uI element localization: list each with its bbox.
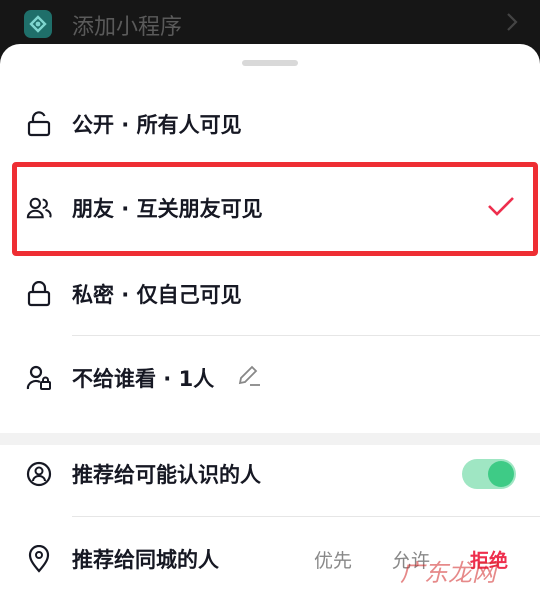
toggle-knob [488,461,514,487]
add-mini-program-label[interactable]: 添加小程序 [72,9,182,41]
location-pin-icon [26,545,52,573]
option-private-label: 私密 · 仅自己可见 [72,283,242,307]
option-public-label: 公开 · 所有人可见 [72,113,242,137]
recommend-known-people: 推荐给可能认识的人 [0,432,540,516]
chevron-right-icon[interactable] [506,12,518,36]
lock-icon [26,281,52,307]
option-priority[interactable]: 优先 [314,546,352,573]
mini-program-icon [24,10,52,38]
visibility-sheet: 公开 · 所有人可见 朋友 · 互关朋友可见 私密 · 仅自己可见 不给谁看 ·… [0,44,540,601]
recommend-known-label: 推荐给可能认识的人 [72,463,261,487]
recommend-known-toggle[interactable] [462,459,516,489]
person-lock-icon [26,365,52,391]
option-public[interactable]: 公开 · 所有人可见 [0,82,540,166]
watermark: 广东龙网 [400,559,496,587]
person-circle-icon [26,461,52,487]
option-hide-from-label: 不给谁看 · 1人 [72,367,215,391]
drag-handle[interactable] [242,60,298,66]
highlight-box [12,162,538,256]
pencil-icon[interactable] [236,363,262,393]
recommend-city-label: 推荐给同城的人 [72,548,219,572]
unlock-icon [26,111,52,137]
option-private[interactable]: 私密 · 仅自己可见 [0,252,540,336]
option-hide-from[interactable]: 不给谁看 · 1人 [0,336,540,420]
